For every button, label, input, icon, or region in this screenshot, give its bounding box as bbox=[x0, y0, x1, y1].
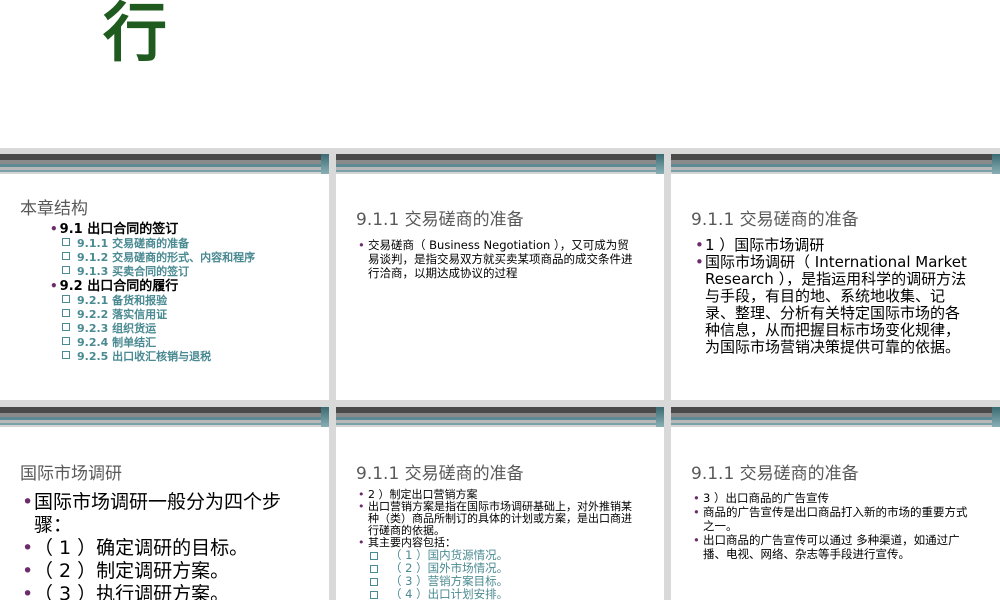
slide-body: • 1 ）国际市场调研 • 国际市场调研（ International Market… bbox=[695, 237, 967, 356]
slide-title: 9.1.1 交易磋商的准备 bbox=[356, 464, 524, 484]
outline-heading: • 9.1 出口合同的签订 bbox=[50, 222, 179, 237]
bullet-item: • 出口营销方案是指在国际市场调研基础上，对外推销某种（类）商品所制订的具体的计划… bbox=[358, 500, 632, 537]
outline-item: 9.1.2 交易磋商的形式、内容和程序 bbox=[62, 251, 255, 265]
bullet-item: • 交易磋商（ Business Negotiation ），又可成为贸易谈判，是… bbox=[358, 238, 633, 280]
bullet-item: • 国际市场调研一般分为四个步骤： bbox=[22, 491, 282, 536]
outline-item: 9.2.5 出口收汇核销与退税 bbox=[62, 350, 255, 364]
bullet-item: • 国际市场调研（ International Market Research ）… bbox=[695, 253, 967, 356]
slide-body: • 交易磋商（ Business Negotiation ），又可成为贸易谈判，是… bbox=[358, 238, 640, 280]
slide-header-band bbox=[0, 407, 329, 431]
slide-thumbnail-4[interactable]: 国际市场调研 • 国际市场调研一般分为四个步骤： • （ 1 ）确定调研的目标。 •… bbox=[0, 407, 329, 600]
outline-item: 9.1.3 买卖合同的签订 bbox=[62, 265, 255, 279]
slide-thumbnail-1[interactable]: 本章结构 • 9.1 出口合同的签订 9.1.1 交易磋商的准备 9.1.2 交易… bbox=[0, 154, 329, 400]
slide-title: 9.1.1 交易磋商的准备 bbox=[691, 464, 859, 484]
slide-header-band bbox=[0, 154, 329, 178]
slide-header-band bbox=[336, 407, 664, 431]
bullet-item: • 商品的广告宣传是出口商品打入新的市场的重要方式之一。 bbox=[693, 505, 968, 533]
bullet-item: • （ 1 ）确定调研的目标。 bbox=[22, 537, 249, 559]
slide-title: 9.1.1 交易磋商的准备 bbox=[356, 210, 524, 230]
bullet-item: • （ 3 ）执行调研方案。 bbox=[22, 583, 230, 600]
slide-title: 本章结构 bbox=[20, 199, 88, 219]
slide-header-band bbox=[671, 407, 1000, 431]
slide-title: 国际市场调研 bbox=[20, 464, 122, 484]
slide-header-band bbox=[336, 154, 664, 178]
bullet-item: • 1 ）国际市场调研 bbox=[695, 236, 825, 254]
chapter-outline: • 9.1 出口合同的签订 9.1.1 交易磋商的准备 9.1.2 交易磋商的形式… bbox=[50, 222, 255, 364]
outline-heading: • 9.2 出口合同的履行 bbox=[50, 279, 179, 294]
heading-char: 行 bbox=[103, 0, 167, 71]
bullet-item: • （ 2 ）制定调研方案。 bbox=[22, 560, 230, 582]
outline-item: 9.2.4 制单结汇 bbox=[62, 336, 255, 350]
slide-body: • 3 ）出口商品的广告宣传 • 商品的广告宣传是出口商品打入新的市场的重要方式之一… bbox=[693, 491, 977, 561]
slide-thumbnail-2[interactable]: 9.1.1 交易磋商的准备 • 交易磋商（ Business Negotiatio… bbox=[336, 154, 664, 400]
bullet-item: • 出口商品的广告宣传可以通过 多种渠道，如通过广播、电视、网络、杂志等手段进行宣… bbox=[693, 533, 960, 561]
outline-item: 9.2.2 落实信用证 bbox=[62, 308, 255, 322]
slide-thumbnail-6[interactable]: 9.1.1 交易磋商的准备 • 3 ）出口商品的广告宣传 • 商品的广告宣传是出口商… bbox=[671, 407, 1000, 600]
slide-header-band bbox=[671, 154, 1000, 178]
bullet-item: • 3 ）出口商品的广告宣传 bbox=[693, 491, 829, 505]
slide-title: 9.1.1 交易磋商的准备 bbox=[691, 210, 859, 230]
outline-item: 9.1.1 交易磋商的准备 bbox=[62, 237, 255, 251]
slide-thumbnail-5[interactable]: 9.1.1 交易磋商的准备 • 2 ）制定出口营销方案 • 出口营销方案是指在国际市… bbox=[336, 407, 664, 600]
slide-body: • 国际市场调研一般分为四个步骤： • （ 1 ）确定调研的目标。 • （ 2 ）制定… bbox=[22, 491, 312, 600]
outline-item: 9.2.3 组织货运 bbox=[62, 322, 255, 336]
sub-item: （ 4 ）出口计划安排。 bbox=[358, 588, 642, 600]
outline-item: 9.2.1 备货和报验 bbox=[62, 294, 255, 308]
slide-thumbnail-3[interactable]: 9.1.1 交易磋商的准备 • 1 ）国际市场调研 • 国际市场调研（ Intern… bbox=[671, 154, 1000, 400]
slide-body: • 2 ）制定出口营销方案 • 出口营销方案是指在国际市场调研基础上，对外推销某种（… bbox=[358, 489, 642, 600]
